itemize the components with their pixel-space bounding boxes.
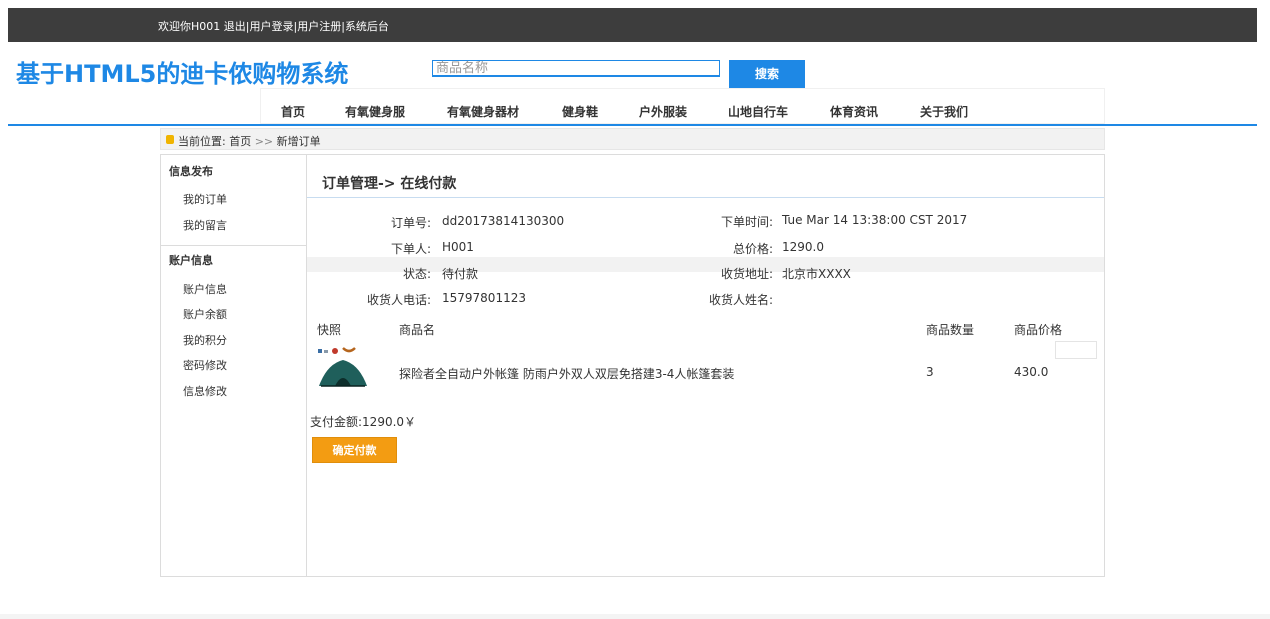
address-value: 北京市XXXX xyxy=(782,267,851,281)
phone-label: 收货人电话: xyxy=(366,293,431,307)
breadcrumb-separator: >> xyxy=(254,135,274,148)
product-thumbnail[interactable] xyxy=(317,346,369,390)
top-bar: 欢迎你H001 退出|用户登录|用户注册|系统后台 xyxy=(8,8,1257,42)
nav-divider xyxy=(8,124,1257,126)
breadcrumb-text: 当前位置: 首页 >> 新增订单 xyxy=(178,133,321,149)
main-nav: 首页 有氧健身服 有氧健身器材 健身鞋 户外服装 山地自行车 体育资讯 关于我们 xyxy=(260,88,1105,124)
logout-link[interactable]: 退出| xyxy=(224,20,250,33)
total-label: 总价格: xyxy=(732,242,773,256)
product-quantity: 3 xyxy=(926,365,934,379)
site-logo[interactable]: 基于HTML5的迪卡侬购物系统 xyxy=(16,54,348,89)
status-label: 状态: xyxy=(402,267,431,281)
header-quantity: 商品数量 xyxy=(926,323,975,337)
sidebar-item-edit-info[interactable]: 信息修改 xyxy=(183,383,227,399)
sidebar-divider xyxy=(161,245,306,246)
header-snapshot: 快照 xyxy=(317,323,342,337)
search-input[interactable]: 商品名称 xyxy=(432,60,720,77)
product-name[interactable]: 探险者全自动户外帐篷 防雨户外双人双层免搭建3-4人帐篷套装 xyxy=(399,365,734,382)
order-time-value: Tue Mar 14 13:38:00 CST 2017 xyxy=(782,213,968,227)
login-link[interactable]: 用户登录| xyxy=(250,20,298,33)
nav-item-aerobic-equipment[interactable]: 有氧健身器材 xyxy=(447,103,519,120)
nav-item-home[interactable]: 首页 xyxy=(281,103,305,120)
sidebar-section-account: 账户信息 xyxy=(169,254,213,267)
order-time-label: 下单时间: xyxy=(720,215,773,229)
breadcrumb-current: 新增订单 xyxy=(276,135,321,148)
nav-item-sports-news[interactable]: 体育资讯 xyxy=(830,103,878,120)
sidebar-item-my-orders[interactable]: 我的订单 xyxy=(183,191,227,207)
sidebar: 信息发布 我的订单 我的留言 账户信息 账户信息 账户余额 我的积分 密码修改 … xyxy=(160,154,307,577)
sidebar-item-account-balance[interactable]: 账户余额 xyxy=(183,306,227,322)
orderer-label: 下单人: xyxy=(390,242,431,256)
sidebar-item-my-points[interactable]: 我的积分 xyxy=(183,332,227,348)
welcome-text: 欢迎你H001 xyxy=(158,20,221,33)
pay-amount: 支付金额:1290.0￥ xyxy=(310,415,417,429)
main-panel: 订单管理-> 在线付款 订单号: dd20173814130300 下单时间: … xyxy=(307,154,1105,577)
breadcrumb-label: 当前位置: xyxy=(178,135,226,148)
order-no-value: dd20173814130300 xyxy=(442,214,565,228)
empty-box xyxy=(1055,341,1097,359)
order-no-label: 订单号: xyxy=(390,216,431,230)
page-title: 订单管理-> 在线付款 xyxy=(322,176,457,192)
nav-item-aerobic-clothing[interactable]: 有氧健身服 xyxy=(345,103,405,120)
breadcrumb-home-link[interactable]: 首页 xyxy=(229,135,251,148)
confirm-pay-button[interactable]: 确定付款 xyxy=(312,437,397,463)
header-product-name: 商品名 xyxy=(399,323,436,337)
sidebar-item-account-info[interactable]: 账户信息 xyxy=(183,281,227,297)
title-divider xyxy=(307,197,1104,198)
receiver-label: 收货人姓名: xyxy=(708,293,773,307)
orderer-value: H001 xyxy=(442,240,474,254)
address-label: 收货地址: xyxy=(720,267,773,281)
tent-icon xyxy=(318,347,367,387)
sidebar-section-info-publish: 信息发布 xyxy=(169,165,213,178)
top-bar-links: 欢迎你H001 退出|用户登录|用户注册|系统后台 xyxy=(158,18,389,34)
total-value: 1290.0 xyxy=(782,240,824,254)
sidebar-item-change-password[interactable]: 密码修改 xyxy=(183,357,227,373)
product-price: 430.0 xyxy=(1014,365,1049,379)
search-button[interactable]: 搜索 xyxy=(729,60,805,88)
sidebar-item-my-messages[interactable]: 我的留言 xyxy=(183,217,227,233)
nav-item-mountain-bike[interactable]: 山地自行车 xyxy=(728,103,788,120)
nav-item-about-us[interactable]: 关于我们 xyxy=(920,103,968,120)
breadcrumb: 当前位置: 首页 >> 新增订单 xyxy=(160,128,1105,150)
register-link[interactable]: 用户注册| xyxy=(297,20,345,33)
status-value: 待付款 xyxy=(442,267,479,281)
nav-item-fitness-shoes[interactable]: 健身鞋 xyxy=(562,103,598,120)
location-icon xyxy=(166,135,174,144)
footer-strip xyxy=(0,614,1270,619)
phone-value: 15797801123 xyxy=(442,291,526,305)
header-price: 商品价格 xyxy=(1014,323,1063,337)
nav-item-outdoor-clothing[interactable]: 户外服装 xyxy=(639,103,687,120)
admin-link[interactable]: 系统后台 xyxy=(345,20,389,33)
